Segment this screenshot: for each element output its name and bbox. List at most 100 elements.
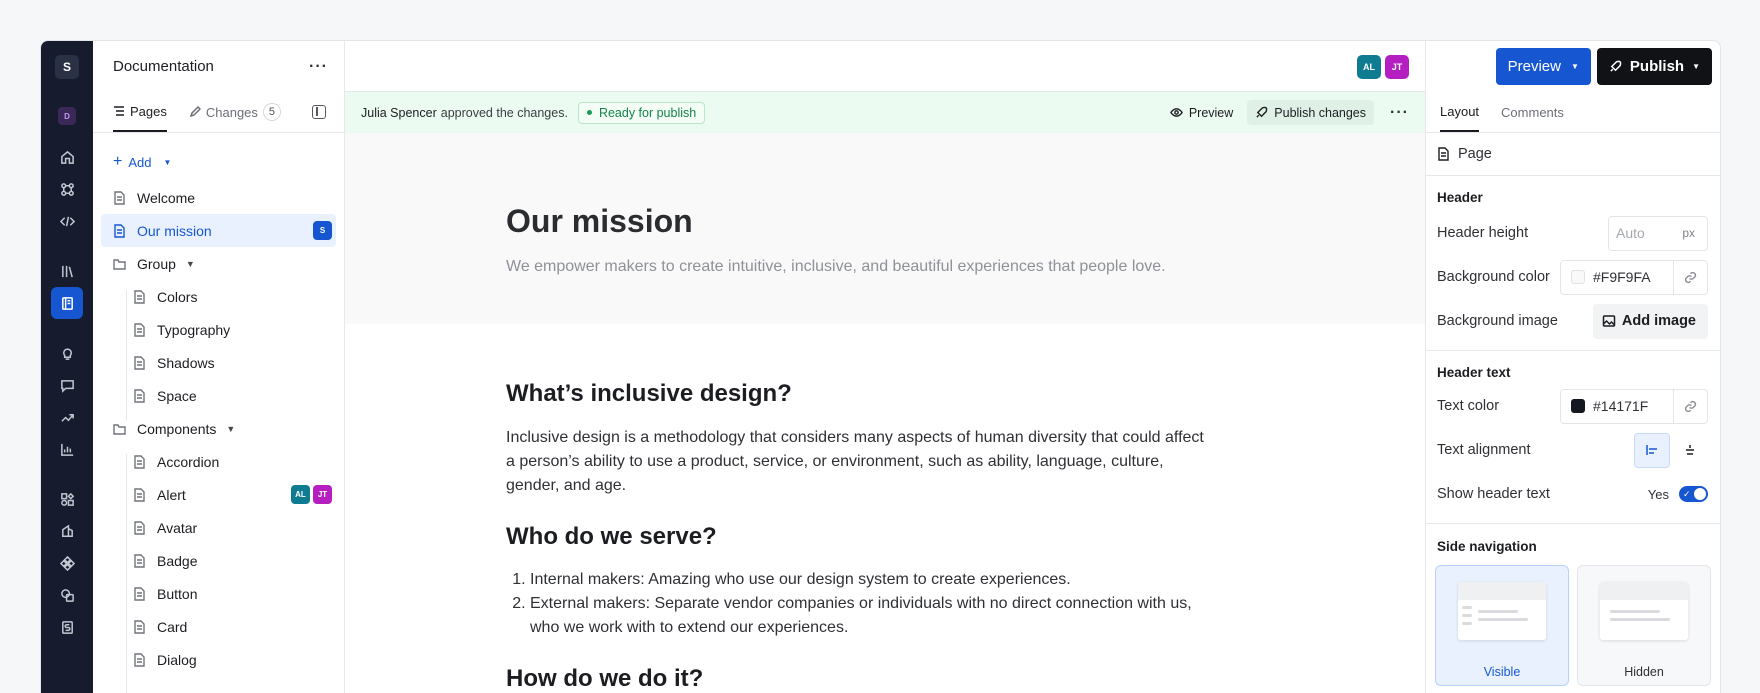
avatar: S bbox=[313, 221, 332, 240]
align-center-icon[interactable] bbox=[1672, 433, 1708, 468]
code-icon[interactable] bbox=[51, 205, 83, 237]
text-color-value: #14171F bbox=[1593, 398, 1649, 414]
tab-changes-label: Changes bbox=[205, 104, 258, 120]
group-item-group[interactable]: Group ▼ bbox=[101, 247, 336, 280]
page-item-alert[interactable]: Alert AL JT bbox=[101, 478, 336, 511]
option-label: Hidden bbox=[1624, 665, 1664, 679]
collapse-sidebar-icon[interactable] bbox=[312, 105, 326, 119]
color-swatch[interactable] bbox=[1571, 399, 1585, 413]
tab-comments[interactable]: Comments bbox=[1501, 92, 1564, 132]
trend-icon[interactable] bbox=[51, 401, 83, 433]
page-item-card[interactable]: Card bbox=[101, 610, 336, 643]
page-item-space[interactable]: Space bbox=[101, 379, 336, 412]
tab-layout[interactable]: Layout bbox=[1440, 92, 1480, 132]
page-title[interactable]: Our mission bbox=[506, 203, 1425, 240]
background-color-input[interactable]: #F9F9FA bbox=[1560, 259, 1708, 295]
header-height-label: Header height bbox=[1437, 225, 1529, 241]
page-subtitle[interactable]: We empower makers to create intuitive, i… bbox=[506, 258, 1425, 276]
tab-changes[interactable]: Changes 5 bbox=[189, 92, 281, 132]
page-item-button[interactable]: Button bbox=[101, 577, 336, 610]
page-item-typography[interactable]: Typography bbox=[101, 313, 336, 346]
sidebar-title: Documentation bbox=[113, 58, 214, 75]
link-token-icon[interactable] bbox=[1673, 259, 1707, 295]
publish-changes-button[interactable]: Publish changes bbox=[1247, 100, 1375, 125]
background-color-row: Background color #F9F9FA bbox=[1426, 255, 1720, 299]
plus-icon: + bbox=[113, 153, 123, 170]
page-item-dialog[interactable]: Dialog bbox=[101, 643, 336, 676]
text-color-input[interactable]: #14171F bbox=[1560, 388, 1708, 424]
page-item-label: Dialog bbox=[157, 651, 197, 668]
page-icon bbox=[131, 454, 147, 470]
page-list: Welcome Our mission S Group ▼ Colors Typ… bbox=[93, 181, 344, 693]
image-icon bbox=[1602, 315, 1616, 327]
section-heading: What’s inclusive design? bbox=[506, 380, 792, 407]
publish-button[interactable]: Publish ▼ bbox=[1596, 48, 1712, 85]
page-item-colors[interactable]: Colors bbox=[101, 280, 336, 313]
tokens-icon[interactable] bbox=[51, 515, 83, 547]
page-item-our-mission[interactable]: Our mission S bbox=[101, 214, 336, 247]
side-nav-hidden-option[interactable]: Hidden bbox=[1577, 565, 1711, 686]
option-label: Visible bbox=[1483, 665, 1521, 679]
workspace-switcher[interactable]: D bbox=[58, 107, 76, 125]
avatar[interactable]: JT bbox=[1385, 55, 1409, 79]
page-body[interactable]: What’s inclusive design? Inclusive desig… bbox=[345, 324, 1205, 693]
avatar[interactable]: AL bbox=[1357, 55, 1381, 79]
preview-button-label: Preview bbox=[1507, 58, 1561, 75]
app-logo[interactable]: S bbox=[55, 55, 79, 79]
page-header: Our mission We empower makers to create … bbox=[345, 133, 1425, 324]
page-item-accordion[interactable]: Accordion bbox=[101, 445, 336, 478]
preview-link-button[interactable]: Preview bbox=[1162, 100, 1241, 125]
header-height-input[interactable]: Auto px bbox=[1608, 215, 1708, 251]
assets-icon[interactable] bbox=[51, 579, 83, 611]
chevron-down-icon[interactable]: ▼ bbox=[226, 424, 235, 434]
page-item-shadows[interactable]: Shadows bbox=[101, 346, 336, 379]
add-page-button[interactable]: + Add ▼ bbox=[93, 147, 344, 177]
panel-tabs: Layout Comments bbox=[1426, 92, 1720, 133]
page-item-welcome[interactable]: Welcome bbox=[101, 181, 336, 214]
more-options-icon[interactable]: ··· bbox=[1390, 104, 1409, 122]
banner-actions: Preview Publish changes ··· bbox=[1162, 100, 1409, 125]
side-nav-visible-option[interactable]: Visible bbox=[1435, 565, 1569, 686]
more-options-icon[interactable]: ··· bbox=[309, 58, 328, 76]
figma-icon[interactable] bbox=[51, 547, 83, 579]
shortcut-icon[interactable] bbox=[51, 173, 83, 205]
page-item-label: Card bbox=[157, 618, 188, 635]
app-rail: S D bbox=[41, 41, 93, 693]
home-icon[interactable] bbox=[51, 141, 83, 173]
link-token-icon[interactable] bbox=[1673, 388, 1707, 424]
page-item-label: Button bbox=[157, 585, 198, 602]
storybook-icon[interactable] bbox=[51, 611, 83, 643]
page-item-avatar[interactable]: Avatar bbox=[101, 511, 336, 544]
publish-button-label: Publish bbox=[1629, 58, 1685, 75]
text-alignment-toggle bbox=[1634, 432, 1708, 468]
chart-icon[interactable] bbox=[51, 433, 83, 465]
page-item-badge[interactable]: Badge bbox=[101, 544, 336, 577]
library-icon[interactable] bbox=[51, 255, 83, 287]
background-color-label: Background color bbox=[1437, 269, 1550, 285]
group-item-label: Group bbox=[137, 255, 176, 272]
tab-pages[interactable]: Pages bbox=[113, 92, 167, 132]
page-icon bbox=[131, 487, 147, 503]
chevron-down-icon[interactable]: ▼ bbox=[186, 259, 195, 269]
feedback-icon[interactable] bbox=[51, 369, 83, 401]
align-left-icon[interactable] bbox=[1634, 432, 1670, 468]
rocket-icon bbox=[1256, 106, 1268, 118]
lightbulb-icon[interactable] bbox=[51, 337, 83, 369]
preview-button[interactable]: Preview ▼ bbox=[1495, 48, 1591, 85]
color-swatch[interactable] bbox=[1571, 270, 1585, 284]
page-item-label: Colors bbox=[157, 288, 198, 305]
components-icon[interactable] bbox=[51, 483, 83, 515]
group-item-components[interactable]: Components ▼ bbox=[101, 412, 336, 445]
properties-panel: Preview ▼ Publish ▼ Layout Comments Page… bbox=[1425, 41, 1720, 693]
publish-toolbar: Preview ▼ Publish ▼ bbox=[1426, 41, 1720, 92]
chevron-down-icon: ▼ bbox=[1570, 62, 1579, 71]
rocket-icon bbox=[1610, 60, 1622, 72]
eye-icon bbox=[1169, 108, 1183, 117]
page-icon bbox=[131, 289, 147, 305]
add-image-button[interactable]: Add image bbox=[1592, 303, 1708, 339]
page-icon bbox=[111, 223, 127, 239]
docs-icon[interactable] bbox=[51, 287, 83, 319]
page-scope-row: Page bbox=[1426, 133, 1720, 175]
editor-topbar: AL JT bbox=[345, 41, 1425, 92]
show-header-toggle[interactable] bbox=[1679, 486, 1708, 502]
